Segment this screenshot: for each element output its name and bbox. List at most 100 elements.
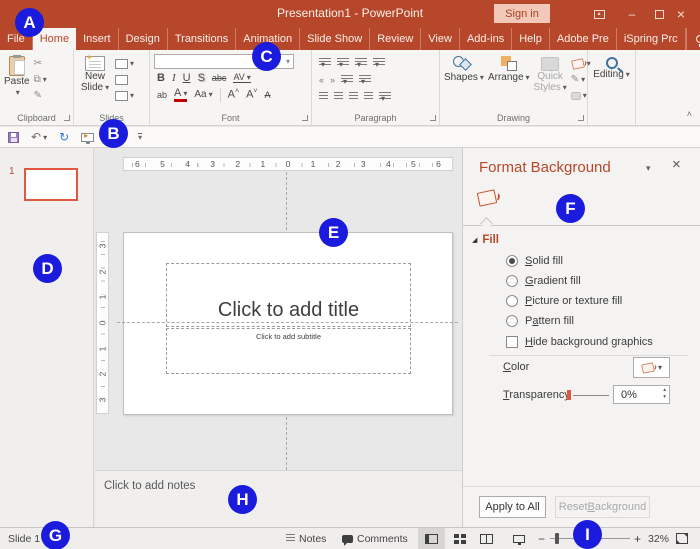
align-right-button[interactable] [349, 92, 358, 101]
notes-pane[interactable]: Click to add notes [95, 470, 462, 527]
columns-button[interactable] [341, 75, 353, 84]
align-text-button[interactable] [359, 75, 371, 84]
tab-design[interactable]: Design [119, 28, 168, 50]
zoom-out-button[interactable]: − [538, 532, 545, 546]
tab-transitions[interactable]: Transitions [168, 28, 236, 50]
decrease-indent-button[interactable] [319, 74, 324, 86]
line-spacing-button[interactable] [355, 58, 367, 67]
spinner-arrows[interactable]: ▴▾ [663, 387, 666, 401]
paste-button[interactable]: Paste [4, 54, 30, 111]
font-color-button[interactable]: A [174, 88, 187, 102]
clear-formatting-button[interactable]: A [265, 90, 271, 100]
shrink-font-button[interactable]: A˅ [246, 88, 257, 101]
drawing-dialog-launcher[interactable] [578, 115, 584, 121]
strikethrough-button[interactable]: abc [212, 73, 227, 83]
layout-button[interactable] [115, 56, 134, 71]
tab-adobe-presenter[interactable]: Adobe Pre [550, 28, 617, 50]
tab-add-ins[interactable]: Add-ins [460, 28, 512, 50]
hide-background-graphics-checkbox[interactable]: Hide background graphics [506, 334, 653, 350]
zoom-level[interactable]: 32% [648, 533, 669, 545]
normal-view-button[interactable] [418, 528, 445, 549]
horizontal-ruler[interactable]: 6543210123456 [123, 157, 453, 171]
pattern-fill-radio[interactable]: Pattern fill [506, 313, 574, 329]
font-name-dropdown-arrow[interactable]: ▾ [286, 57, 290, 66]
paste-dropdown-arrow[interactable] [14, 87, 20, 98]
reading-view-button[interactable] [473, 528, 500, 549]
collapse-ribbon-button[interactable]: ˄ [687, 109, 692, 119]
quick-styles-button[interactable]: Quick Styles [534, 54, 567, 111]
gradient-fill-radio[interactable]: Gradient fill [506, 273, 581, 289]
sign-in-button[interactable]: Sign in [494, 4, 550, 23]
minimize-button[interactable]: – [617, 0, 647, 28]
tab-review[interactable]: Review [370, 28, 421, 50]
horizontal-guide[interactable] [117, 322, 458, 323]
subtitle-placeholder[interactable]: Click to add subtitle [166, 328, 411, 374]
copy-button[interactable]: ⧉ [34, 72, 47, 87]
ribbon-display-options-button[interactable]: ▴ [584, 0, 614, 28]
section-button[interactable] [115, 88, 134, 103]
convert-smartart-button[interactable] [379, 92, 391, 101]
text-shadow-button[interactable]: S [198, 72, 205, 84]
pane-options-dropdown[interactable]: ▾ [646, 163, 651, 174]
tab-view[interactable]: View [421, 28, 460, 50]
vertical-ruler[interactable]: 3210123 [96, 232, 109, 414]
numbering-button[interactable] [337, 58, 349, 67]
comments-button[interactable]: Comments [342, 528, 408, 549]
slideshow-button[interactable] [505, 528, 532, 549]
redo-button[interactable]: ↻ [59, 130, 69, 144]
text-highlight-button[interactable]: ab [157, 90, 167, 100]
bullets-button[interactable] [319, 58, 331, 67]
grow-font-button[interactable]: A˄ [228, 88, 239, 101]
slide-thumbnail[interactable] [24, 168, 78, 201]
transparency-slider[interactable] [567, 394, 609, 397]
shapes-button[interactable]: Shapes [444, 54, 484, 111]
color-picker-button[interactable]: ▾ [633, 357, 670, 378]
slide-sorter-button[interactable] [446, 528, 473, 549]
paragraph-dialog-launcher[interactable] [430, 115, 436, 121]
slide-canvas[interactable]: Click to add title Click to add subtitle [123, 232, 453, 415]
solid-fill-radio[interactable]: Solid fill [506, 253, 563, 269]
transparency-value-spinner[interactable]: 0% ▴▾ [613, 385, 670, 404]
notes-toggle-button[interactable]: Notes [286, 528, 326, 549]
arrange-button[interactable]: Arrange [488, 54, 530, 111]
fit-to-window-button[interactable] [676, 533, 688, 544]
close-button[interactable]: × [666, 0, 696, 28]
new-slide-button[interactable]: New Slide [78, 54, 112, 111]
align-left-button[interactable] [319, 92, 328, 101]
change-case-button[interactable]: Aa [194, 89, 212, 100]
pane-close-button[interactable]: × [672, 156, 681, 173]
align-center-button[interactable] [334, 92, 343, 101]
slider-thumb[interactable] [567, 390, 571, 400]
clipboard-dialog-launcher[interactable] [64, 115, 70, 121]
text-direction-button[interactable] [373, 58, 385, 67]
italic-button[interactable]: I [172, 72, 176, 84]
apply-to-all-button[interactable]: Apply to All [479, 496, 546, 518]
justify-button[interactable] [364, 92, 373, 101]
spin-down-icon[interactable]: ▾ [663, 394, 666, 401]
title-placeholder[interactable]: Click to add title [166, 263, 411, 327]
notes-placeholder[interactable]: Click to add notes [104, 480, 195, 492]
spin-up-icon[interactable]: ▴ [663, 387, 666, 394]
underline-button[interactable]: U [183, 72, 191, 84]
editing-button[interactable]: Editing [592, 54, 631, 80]
start-from-beginning-button[interactable] [81, 133, 94, 142]
zoom-slider-thumb[interactable] [555, 533, 559, 544]
customize-qat-button[interactable]: ▾ [138, 133, 142, 142]
cut-button[interactable]: ✂ [34, 56, 47, 71]
format-painter-button[interactable]: ✎ [34, 88, 47, 103]
tab-ispring[interactable]: iSpring Prc [617, 28, 686, 50]
font-dialog-launcher[interactable] [302, 115, 308, 121]
undo-button[interactable]: ↶ [31, 130, 47, 144]
reset-button[interactable] [115, 72, 134, 87]
character-spacing-button[interactable]: AV [233, 72, 250, 83]
save-button[interactable] [8, 132, 19, 143]
tab-insert[interactable]: Insert [76, 28, 119, 50]
reset-background-button[interactable]: Reset Background [555, 496, 650, 518]
tab-help[interactable]: Help [512, 28, 550, 50]
zoom-in-button[interactable]: + [634, 532, 641, 546]
fill-tab-bucket-icon[interactable] [477, 189, 498, 206]
tell-me-lightbulb[interactable] [686, 28, 700, 50]
picture-texture-fill-radio[interactable]: Picture or texture fill [506, 293, 622, 309]
fill-section-header[interactable]: ◢ Fill [472, 234, 499, 246]
bold-button[interactable]: B [157, 72, 165, 84]
